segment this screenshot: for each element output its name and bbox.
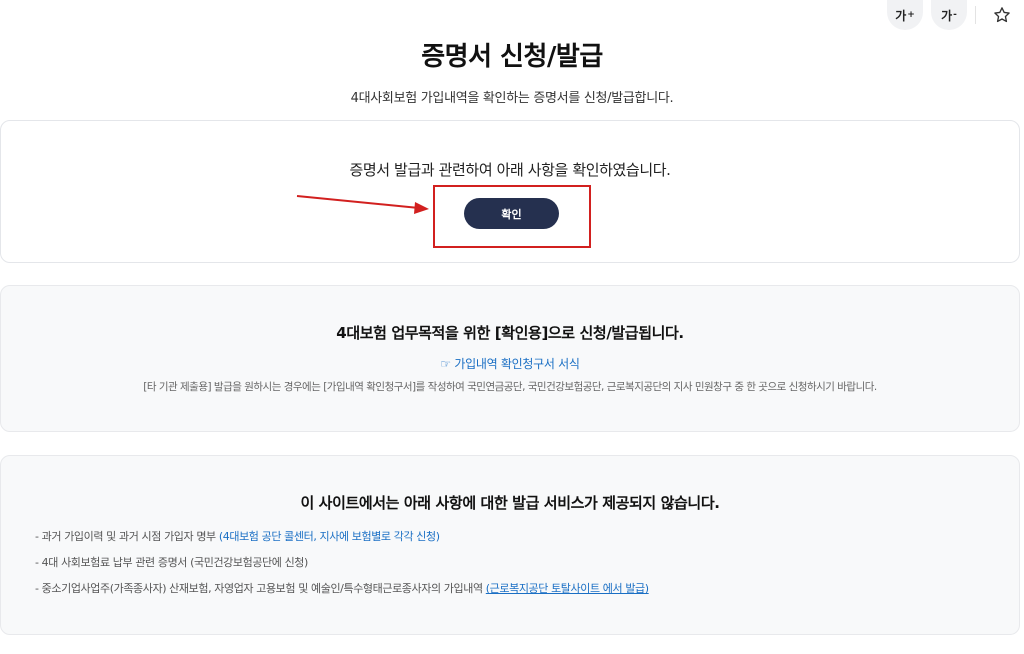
notice-item-note: (4대보험 공단 콜센터, 지사에 보험별로 각각 신청) [218,530,440,543]
confirm-card: 증명서 발급과 관련하여 아래 사항을 확인하였습니다. 확인 [0,120,1020,263]
list-item: - 중소기업사업주(가족종사자) 산재보험, 자영업자 고용보험 및 예술인/특… [35,580,649,606]
info-description: [타 기관 제출용] 발급을 원하시는 경우에는 [가입내역 확인청구서]를 작… [143,381,877,393]
red-arrow-annotation [296,195,429,214]
notice-list: - 과거 가입이력 및 과거 시점 가입자 명부 (4대보험 공단 콜센터, 지… [35,528,649,606]
toolbar-divider [975,6,976,24]
form-link-label: 가입내역 확인청구서 서식 [454,357,580,371]
star-icon [994,7,1010,23]
notice-card: 이 사이트에서는 아래 사항에 대한 발급 서비스가 제공되지 않습니다. - … [0,455,1020,635]
page-title: 증명서 신청/발급 [421,42,603,72]
confirm-button[interactable]: 확인 [464,198,559,229]
notice-item-text: - 4대 사회보험료 납부 관련 증명서 (국민건강보험공단에 신청) [35,556,308,569]
form-download-link[interactable]: ☞ 가입내역 확인청구서 서식 [1,355,1019,372]
list-item: - 4대 사회보험료 납부 관련 증명서 (국민건강보험공단에 신청) [35,554,649,580]
page-header: 증명서 신청/발급 4대사회보험 가입내역을 확인하는 증명서를 신청/발급합니… [0,36,1024,106]
bookmark-button[interactable] [984,0,1020,30]
font-increase-label: 가 [895,8,907,23]
pointing-hand-icon: ☞ [440,357,451,371]
info-card: 4대보험 업무목적을 위한 [확인용]으로 신청/발급됩니다. ☞ 가입내역 확… [0,285,1020,432]
plus-mark: + [907,10,915,20]
font-increase-button[interactable]: 가 + [887,0,923,30]
top-toolbar: 가 + 가- [887,0,1024,30]
font-decrease-button[interactable]: 가- [931,0,967,30]
page-subtitle: 4대사회보험 가입내역을 확인하는 증명서를 신청/발급합니다. [350,91,674,106]
notice-title: 이 사이트에서는 아래 사항에 대한 발급 서비스가 제공되지 않습니다. [300,494,720,512]
notice-item-text: - 과거 가입이력 및 과거 시점 가입자 명부 [35,530,216,543]
font-decrease-label: 가 [941,8,953,23]
list-item: - 과거 가입이력 및 과거 시점 가입자 명부 (4대보험 공단 콜센터, 지… [35,528,649,554]
notice-item-text: - 중소기업사업주(가족종사자) 산재보험, 자영업자 고용보험 및 예술인/특… [35,582,483,595]
info-title: 4대보험 업무목적을 위한 [확인용]으로 신청/발급됩니다. [336,324,684,342]
total-site-link[interactable]: (근로복지공단 토탈사이트 에서 발급) [486,582,649,595]
confirm-statement: 증명서 발급과 관련하여 아래 사항을 확인하였습니다. [349,161,671,179]
minus-mark: - [953,10,957,20]
